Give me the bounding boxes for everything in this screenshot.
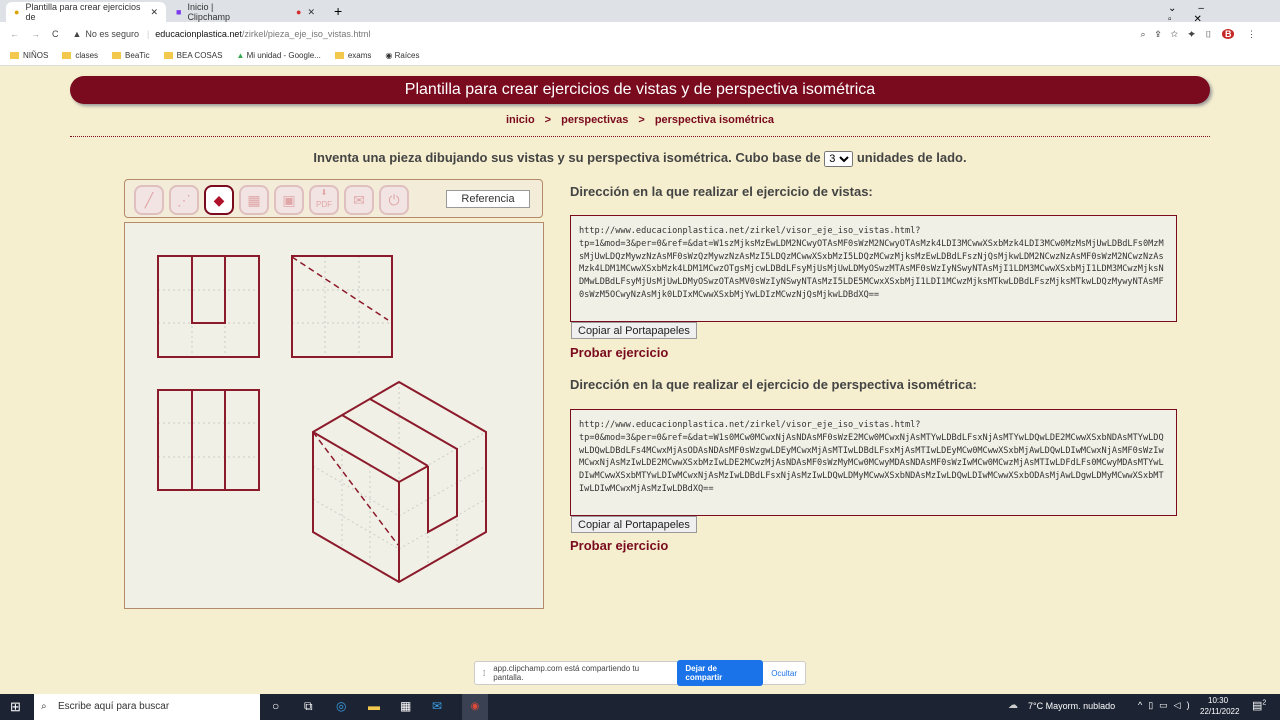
cube-size-select[interactable]: 3: [824, 150, 854, 167]
url-path[interactable]: /zirkel/pieza_eje_iso_vistas.html: [242, 29, 371, 39]
try-iso-link[interactable]: Probar ejercicio: [570, 538, 668, 553]
bookmark[interactable]: exams: [334, 51, 371, 60]
intro-text: Inventa una pieza dibujando sus vistas y…: [0, 150, 1280, 167]
views-url-textarea[interactable]: http://www.educacionplastica.net/zirkel/…: [570, 215, 1177, 322]
drive-icon: ▲: [236, 51, 247, 60]
try-views-link[interactable]: Probar ejercicio: [570, 345, 668, 360]
task-view-icon[interactable]: ⧉: [304, 699, 313, 714]
system-tray-icons[interactable]: ^▯▭◁): [1138, 700, 1196, 711]
folder-icon: [163, 52, 173, 60]
url-domain[interactable]: educacionplastica.net: [155, 29, 242, 39]
browser-actions[interactable]: ⌕⇪☆✦▯ B ⋮: [1141, 28, 1266, 40]
pdf-download-button[interactable]: ⬇ PDF: [309, 185, 339, 215]
notifications-icon[interactable]: ▤2: [1252, 699, 1266, 712]
drawing-canvas[interactable]: [124, 222, 544, 609]
folder-icon: [10, 52, 19, 60]
cortana-icon[interactable]: ○: [272, 699, 279, 713]
iso-url-textarea[interactable]: http://www.educacionplastica.net/zirkel/…: [570, 409, 1177, 516]
tab-clipchamp[interactable]: ■ Inicio | Clipchamp ● ✕: [168, 2, 323, 22]
weather-icon: ☁: [1008, 700, 1018, 711]
breadcrumb-inicio[interactable]: inicio: [506, 114, 535, 126]
breadcrumb-perspectivas[interactable]: perspectivas: [561, 114, 628, 126]
drawing-toolbar: ╱ ⋰ ◆ ▦ ▣ ⬇ PDF ✉ ⏻ Referencia: [124, 179, 543, 218]
weather-text[interactable]: 7°C Mayorm. nublado: [1028, 701, 1115, 711]
search-icon: ⌕: [41, 701, 47, 712]
bookmark[interactable]: ◉ Raíces: [385, 51, 419, 60]
folder-icon: [334, 52, 344, 60]
clipchamp-icon: ■: [176, 7, 182, 17]
reload-icon[interactable]: C: [52, 29, 59, 39]
line-icon: ╱: [144, 192, 154, 208]
power-icon: ⏻: [388, 192, 400, 208]
taskbar: ⊞ ⌕ Escribe aquí para buscar ○ ⧉ ◎ ▬ ▦ ✉ …: [0, 694, 1280, 720]
globe-icon: ◉: [385, 51, 395, 60]
eraser-tool-button[interactable]: ◆: [204, 185, 234, 215]
bookmark[interactable]: BEA COSAS: [163, 51, 222, 60]
grid-icon: ▦: [247, 192, 261, 208]
store-icon[interactable]: ▦: [400, 699, 411, 713]
iso-heading: Dirección en la que realizar el ejercici…: [570, 377, 977, 392]
folder-icon: [112, 52, 122, 60]
close-tab-icon[interactable]: ✕: [150, 7, 158, 18]
bookmarks-bar: NIÑOS clases BeaTic BEA COSAS ▲ Mi unida…: [0, 46, 1280, 66]
camera-icon: ▣: [282, 192, 296, 208]
back-icon[interactable]: ←: [10, 29, 19, 39]
envelope-icon: ✉: [353, 192, 365, 208]
reference-button[interactable]: Referencia: [446, 190, 530, 208]
drag-handle-icon[interactable]: ⁞: [483, 669, 485, 678]
bookmark[interactable]: clases: [62, 51, 98, 60]
views-heading: Dirección en la que realizar el ejercici…: [570, 184, 873, 199]
tab-strip: ● Plantilla para crear ejercicios de ✕ ■ In…: [0, 0, 1280, 25]
new-tab-button[interactable]: +: [334, 3, 342, 19]
page-title: Plantilla para crear ejercicios de vista…: [70, 76, 1210, 104]
copy-iso-button[interactable]: Copiar al Portapapeles: [571, 516, 697, 533]
warning-icon: ▲: [72, 29, 82, 39]
copy-views-button[interactable]: Copiar al Portapapeles: [571, 322, 697, 339]
power-tool-button[interactable]: ⏻: [379, 185, 409, 215]
mail-icon[interactable]: ✉: [432, 699, 442, 713]
bookmark[interactable]: NIÑOS: [10, 51, 48, 60]
edge-icon[interactable]: ◎: [336, 699, 346, 713]
divider: [70, 136, 1210, 137]
line-tool-button[interactable]: ╱: [134, 185, 164, 215]
eraser-icon: ◆: [213, 192, 225, 208]
bookmark[interactable]: BeaTic: [112, 51, 150, 60]
windows-start-icon[interactable]: ⊞: [10, 699, 21, 715]
camera-tool-button[interactable]: ▣: [274, 185, 304, 215]
clock-date[interactable]: 22/11/2022: [1200, 707, 1239, 716]
tab-plantilla[interactable]: ● Plantilla para crear ejercicios de ✕: [6, 2, 166, 22]
explorer-icon[interactable]: ▬: [368, 699, 380, 713]
chrome-icon[interactable]: ◉: [462, 694, 488, 720]
hide-button[interactable]: Ocultar: [771, 669, 797, 678]
forward-icon[interactable]: →: [31, 29, 40, 39]
breadcrumb-perspectiva-isometrica[interactable]: perspectiva isométrica: [655, 114, 774, 126]
address-bar[interactable]: ← → C ▲ No es seguro | educacionplastica…: [0, 22, 1280, 46]
folder-icon: [62, 52, 72, 60]
recording-icon: ●: [296, 7, 302, 17]
download-icon: ⬇: [320, 188, 328, 197]
dashed-line-icon: ⋰: [177, 192, 191, 208]
dashed-line-tool-button[interactable]: ⋰: [169, 185, 199, 215]
breadcrumb: inicio > perspectivas > perspectiva isométri…: [505, 114, 775, 126]
views-tool-button[interactable]: ▦: [239, 185, 269, 215]
email-tool-button[interactable]: ✉: [344, 185, 374, 215]
clock-time[interactable]: 10:30: [1208, 696, 1228, 705]
favicon-icon: ●: [14, 7, 20, 17]
screen-share-bar: ⁞ app.clipchamp.com está compartiendo tu…: [474, 660, 806, 686]
security-label[interactable]: No es seguro: [85, 29, 139, 39]
bookmark[interactable]: ▲ Mi unidad - Google...: [236, 51, 320, 60]
taskbar-search[interactable]: ⌕ Escribe aquí para buscar: [34, 694, 260, 720]
close-tab-icon[interactable]: ✕: [307, 7, 315, 18]
stop-sharing-button[interactable]: Dejar de compartir: [677, 660, 764, 686]
